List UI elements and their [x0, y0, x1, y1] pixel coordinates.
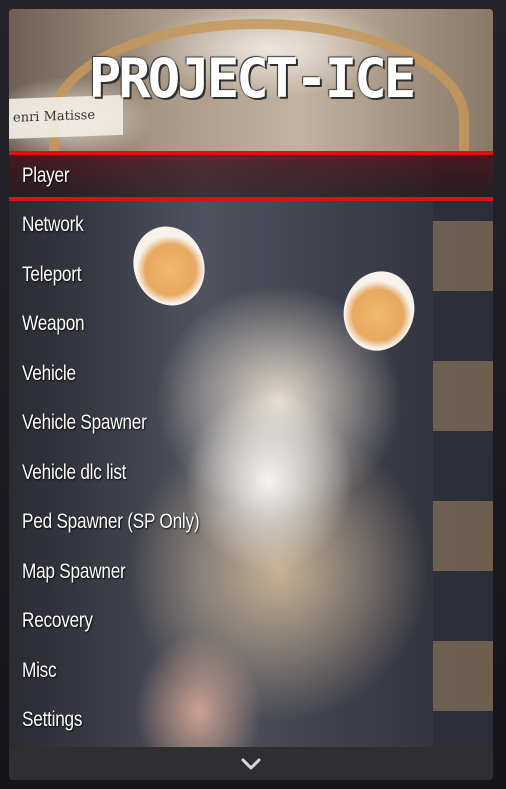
header-banner: enri Matisse Project-ice [9, 9, 493, 151]
menu-item-label: Settings [22, 708, 83, 732]
menu-item-label: Network [22, 213, 84, 237]
menu-item-label: Player [22, 163, 70, 187]
menu-item-label: Recovery [22, 609, 93, 633]
menu-item-map-spawner[interactable]: Map Spawner [9, 547, 493, 597]
menu-item-weapon[interactable]: Weapon [9, 300, 493, 350]
menu-item-label: Map Spawner [22, 559, 126, 583]
menu-item-list: Player Network Teleport Weapon Vehicle V… [9, 151, 493, 745]
menu-item-player[interactable]: Player [9, 151, 493, 201]
chevron-down-icon [240, 757, 262, 771]
menu-item-vehicle-dlc-list[interactable]: Vehicle dlc list [9, 448, 493, 498]
menu-item-network[interactable]: Network [9, 201, 493, 251]
menu-item-ped-spawner[interactable]: Ped Spawner (SP Only) [9, 498, 493, 548]
menu-item-label: Teleport [22, 262, 82, 286]
scroll-down-footer[interactable] [9, 747, 493, 780]
menu-item-label: Vehicle Spawner [22, 411, 147, 435]
menu-item-label: Weapon [22, 312, 85, 336]
menu-item-recovery[interactable]: Recovery [9, 597, 493, 647]
menu-item-label: Vehicle dlc list [22, 460, 127, 484]
menu-item-vehicle-spawner[interactable]: Vehicle Spawner [9, 399, 493, 449]
menu-item-label: Misc [22, 658, 57, 682]
trainer-menu: enri Matisse Project-ice Player Network … [9, 9, 493, 780]
menu-item-teleport[interactable]: Teleport [9, 250, 493, 300]
menu-item-misc[interactable]: Misc [9, 646, 493, 696]
menu-item-settings[interactable]: Settings [9, 696, 493, 746]
menu-item-vehicle[interactable]: Vehicle [9, 349, 493, 399]
menu-title: Project-ice [88, 47, 417, 110]
menu-frame: enri Matisse Project-ice Player Network … [0, 0, 506, 789]
menu-item-label: Ped Spawner (SP Only) [22, 510, 200, 534]
menu-item-label: Vehicle [22, 361, 76, 385]
